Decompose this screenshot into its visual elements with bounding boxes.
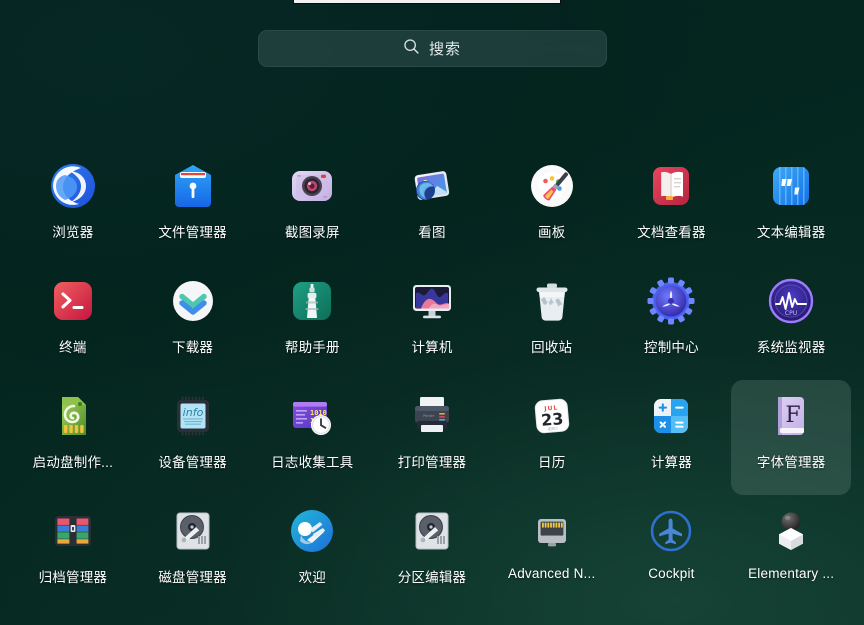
browser-icon — [49, 162, 97, 210]
gear-icon — [647, 277, 695, 325]
app-item-text-editor[interactable]: 文本编辑器 — [731, 150, 851, 265]
app-label: 看图 — [418, 221, 445, 241]
app-item-screen-capture[interactable]: 截图录屏 — [252, 150, 372, 265]
app-label: 画板 — [538, 221, 565, 241]
app-label: Cockpit — [648, 566, 694, 581]
app-label: 文本编辑器 — [757, 221, 826, 241]
notebook-icon — [767, 162, 815, 210]
app-item-font-manager[interactable]: F 字体管理器 — [731, 380, 851, 495]
app-label: Advanced N... — [508, 566, 595, 581]
svg-text:info: info — [182, 406, 203, 419]
app-label: 截图录屏 — [285, 221, 340, 241]
app-label: 下载器 — [172, 336, 213, 356]
app-item-print-manager[interactable]: Printer 打印管理器 — [372, 380, 492, 495]
app-label: 磁盘管理器 — [158, 566, 227, 586]
app-label: 启动盘制作... — [33, 451, 113, 471]
app-item-image-viewer[interactable]: 看图 — [372, 150, 492, 265]
hard-disk-icon — [408, 507, 456, 555]
cpu-waveform-icon: CPU — [767, 277, 815, 325]
app-label: 文件管理器 — [158, 221, 227, 241]
app-label: 帮助手册 — [285, 336, 340, 356]
monitor-icon — [408, 277, 456, 325]
app-label: 回收站 — [531, 336, 572, 356]
app-label: 文档查看器 — [637, 221, 706, 241]
app-label: 浏览器 — [52, 221, 93, 241]
app-item-device-manager[interactable]: info 设备管理器 — [133, 380, 253, 495]
app-label: 终端 — [59, 336, 86, 356]
font-book-icon: F — [767, 392, 815, 440]
app-item-downloader[interactable]: 下载器 — [133, 265, 253, 380]
app-label: 计算机 — [411, 336, 452, 356]
camera-icon — [288, 162, 336, 210]
svg-text:F: F — [786, 403, 801, 428]
svg-text:CPU: CPU — [785, 310, 797, 317]
lighthouse-icon — [288, 277, 336, 325]
app-item-log-collector[interactable]: 10101100 日志收集工具 — [252, 380, 372, 495]
app-item-computer[interactable]: 计算机 — [372, 265, 492, 380]
clipped-window-top-edge — [293, 0, 561, 4]
app-item-calendar[interactable]: JUL 23 星期三 日历 — [492, 380, 612, 495]
app-label: 字体管理器 — [757, 451, 826, 471]
app-label: 日志收集工具 — [271, 451, 353, 471]
app-item-recycle-bin[interactable]: 回收站 — [492, 265, 612, 380]
app-item-file-manager[interactable]: 文件管理器 — [133, 150, 253, 265]
app-label: 欢迎 — [299, 566, 326, 586]
welcome-hand-icon — [288, 507, 336, 555]
app-item-terminal[interactable]: 终端 — [13, 265, 133, 380]
app-item-system-monitor[interactable]: CPU 系统监视器 — [731, 265, 851, 380]
calculator-icon — [647, 392, 695, 440]
archive-icon — [49, 507, 97, 555]
svg-text:星期三: 星期三 — [547, 425, 559, 431]
calendar-icon: JUL 23 星期三 — [528, 392, 576, 440]
search-input[interactable]: 搜索 — [258, 30, 607, 67]
printer-icon: Printer — [408, 392, 456, 440]
app-item-archive-manager[interactable]: 归档管理器 — [13, 495, 133, 610]
trash-icon — [528, 277, 576, 325]
search-icon — [403, 38, 420, 60]
photo-icon — [408, 162, 456, 210]
app-label: 分区编辑器 — [398, 566, 467, 586]
app-item-disk-manager[interactable]: 磁盘管理器 — [133, 495, 253, 610]
app-label: 日历 — [538, 451, 565, 471]
app-label: 打印管理器 — [398, 451, 467, 471]
download-chevron-icon — [169, 277, 217, 325]
app-item-partition-editor[interactable]: 分区编辑器 — [372, 495, 492, 610]
app-item-advanced-network[interactable]: Advanced N... — [492, 495, 612, 610]
airplane-circle-icon — [647, 507, 695, 555]
paint-brush-icon — [528, 162, 576, 210]
app-item-boot-maker[interactable]: 启动盘制作... — [13, 380, 133, 495]
svg-text:Printer: Printer — [423, 414, 435, 418]
ethernet-port-icon — [528, 507, 576, 555]
chip-info-icon: info — [169, 392, 217, 440]
file-manager-icon — [169, 162, 217, 210]
app-item-calculator[interactable]: 计算器 — [612, 380, 732, 495]
app-label: Elementary ... — [748, 566, 834, 581]
app-label: 系统监视器 — [757, 336, 826, 356]
app-item-cockpit[interactable]: Cockpit — [612, 495, 732, 610]
app-item-control-center[interactable]: 控制中心 — [612, 265, 732, 380]
app-item-welcome[interactable]: 欢迎 — [252, 495, 372, 610]
app-item-draw-board[interactable]: 画板 — [492, 150, 612, 265]
app-item-document-viewer[interactable]: 文档查看器 — [612, 150, 732, 265]
app-item-browser[interactable]: 浏览器 — [13, 150, 133, 265]
terminal-icon — [49, 277, 97, 325]
search-placeholder: 搜索 — [429, 38, 461, 59]
app-launcher-grid: 浏览器 文件管理器 截图录屏 看图 — [13, 150, 851, 610]
app-label: 归档管理器 — [39, 566, 108, 586]
app-label: 控制中心 — [644, 336, 699, 356]
app-label: 计算器 — [651, 451, 692, 471]
app-item-elementary[interactable]: Elementary ... — [731, 495, 851, 610]
book-icon — [647, 162, 695, 210]
sd-card-icon — [49, 392, 97, 440]
sphere-cube-icon — [767, 507, 815, 555]
app-item-help-manual[interactable]: 帮助手册 — [252, 265, 372, 380]
search-bar-container: 搜索 — [0, 30, 864, 67]
hard-disk-icon — [169, 507, 217, 555]
log-clock-icon: 10101100 — [288, 392, 336, 440]
app-label: 设备管理器 — [158, 451, 227, 471]
